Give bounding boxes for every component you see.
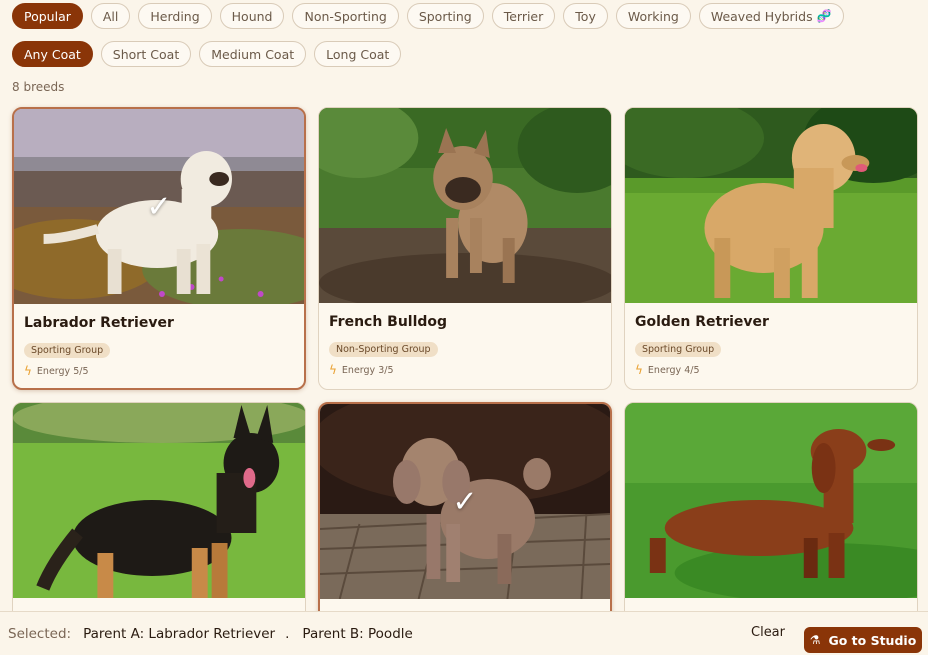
chip-label: Working [627,8,679,24]
chip-label: Weaved Hybrids [710,8,813,24]
selected-label: Selected: [8,625,72,642]
filter-chip-all[interactable]: All [90,3,131,29]
lightning-icon: ϟ [24,364,32,378]
dna-icon: 🧬 [816,9,832,23]
filter-chip-working[interactable]: Working [615,3,691,29]
filter-chip-short-coat[interactable]: Short Coat [100,41,192,67]
filter-chip-hound[interactable]: Hound [219,3,285,29]
energy-label: Energy 5/5 [36,365,89,377]
check-icon: ✓ [146,189,172,224]
studio-button-label: Go to Studio [828,632,917,648]
chip-label: Long Coat [326,46,390,62]
filter-chip-popular[interactable]: Popular [12,3,83,29]
group-badge: Sporting Group [24,343,111,358]
breed-photo: ✓ [14,109,304,304]
breed-grid: ✓ Labrador Retriever Sporting Group ϟ En… [12,107,918,655]
chip-label: Sporting [418,8,472,24]
filter-chip-weaved-hybrids[interactable]: Weaved Hybrids 🧬 [698,3,844,29]
energy-rating: ϟ Energy 3/5 [329,363,601,377]
selection-bar: Selected: Parent A: Labrador Retriever .… [0,611,928,655]
chip-label: Popular [24,8,71,24]
chip-label: Toy [575,8,596,24]
energy-label: Energy 4/5 [647,364,700,376]
breed-photo [319,108,611,303]
lightning-icon: ϟ [635,363,643,377]
go-to-studio-button[interactable]: ⚗ Go to Studio [804,627,922,653]
energy-rating: ϟ Energy 4/5 [635,363,907,377]
filter-chip-medium-coat[interactable]: Medium Coat [199,41,307,67]
breed-card-labrador-retriever[interactable]: ✓ Labrador Retriever Sporting Group ϟ En… [12,107,306,390]
parent-a-label: Parent A: Labrador Retriever [83,625,276,642]
filter-chip-herding[interactable]: Herding [138,3,212,29]
filter-chip-long-coat[interactable]: Long Coat [314,41,402,67]
filter-chip-toy[interactable]: Toy [563,3,608,29]
parent-b-label: Parent B: Poodle [302,625,413,642]
chip-label: Medium Coat [211,46,295,62]
chip-label: Hound [231,8,273,24]
breed-card-french-bulldog[interactable]: French Bulldog Non-Sporting Group ϟ Ener… [318,107,612,390]
breed-photo [625,108,917,303]
coat-filter-row: Any Coat Short Coat Medium Coat Long Coa… [12,41,402,67]
chip-label: All [102,8,119,24]
group-badge: Sporting Group [635,342,722,357]
group-badge: Non-Sporting Group [329,342,438,357]
breed-photo [625,403,917,598]
lightning-icon: ϟ [329,363,337,377]
clear-button[interactable]: Clear [751,625,785,640]
breed-photo: ✓ [320,404,610,599]
energy-label: Energy 3/5 [341,364,394,376]
filter-chip-any-coat[interactable]: Any Coat [12,41,93,67]
check-icon: ✓ [452,484,478,519]
flask-icon: ⚗ [809,633,821,647]
filter-chip-non-sporting[interactable]: Non-Sporting [292,3,399,29]
breed-name: Labrador Retriever [24,315,174,331]
chip-label: Any Coat [24,46,81,62]
chip-label: Terrier [503,8,544,24]
filter-chip-sporting[interactable]: Sporting [406,3,484,29]
chip-label: Short Coat [112,46,180,62]
energy-rating: ϟ Energy 5/5 [24,364,294,378]
breed-name: Golden Retriever [635,314,769,330]
filter-chip-terrier[interactable]: Terrier [491,3,556,29]
breed-name: French Bulldog [329,314,448,330]
group-filter-row: Popular All Herding Hound Non-Sporting S… [12,3,844,29]
breed-card-golden-retriever[interactable]: Golden Retriever Sporting Group ϟ Energy… [624,107,918,390]
parent-separator: . [285,625,290,642]
chip-label: Herding [150,8,200,24]
chip-label: Non-Sporting [304,8,387,24]
breed-count: 8 breeds [12,80,65,94]
breed-photo [13,403,305,598]
